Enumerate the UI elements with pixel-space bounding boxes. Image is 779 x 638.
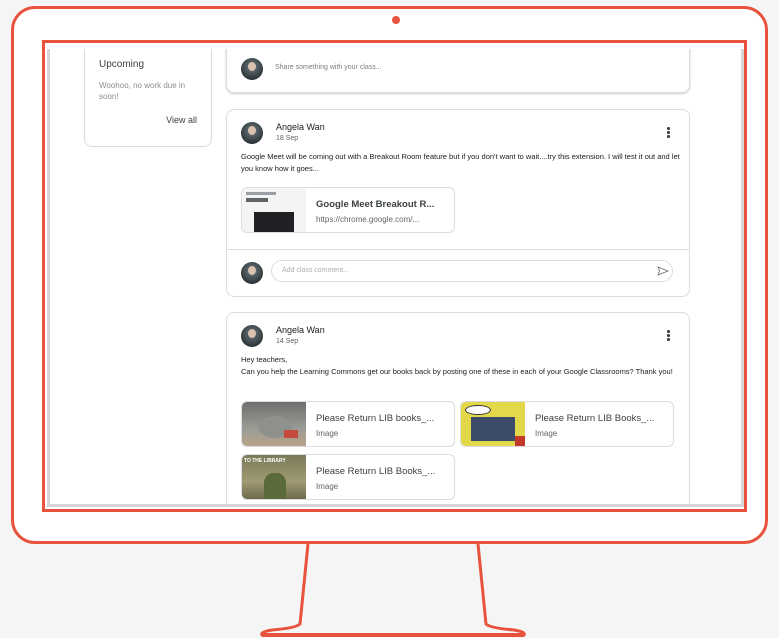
post-body-greeting: Hey teachers, bbox=[241, 355, 288, 364]
attachment-link[interactable]: Google Meet Breakout R... https://chrome… bbox=[241, 187, 455, 233]
attachment-type: Image bbox=[535, 429, 558, 438]
share-box[interactable]: Share something with your class... bbox=[226, 49, 690, 93]
attachment-thumbnail bbox=[242, 188, 306, 232]
avatar bbox=[241, 122, 263, 144]
attachment-type: Image bbox=[316, 429, 339, 438]
attachment-image[interactable]: Please Return LIB Books_... Image bbox=[460, 401, 674, 447]
post-body: Google Meet will be coming out with a Br… bbox=[241, 152, 680, 173]
attachment-title: Please Return LIB books_... bbox=[316, 413, 435, 424]
attachment-title: Please Return LIB Books_... bbox=[535, 413, 655, 424]
attachment-url: https://chrome.google.com/... bbox=[316, 215, 420, 224]
post-body: Can you help the Learning Commons get ou… bbox=[241, 367, 673, 376]
camera-dot bbox=[392, 16, 400, 24]
post-card: Angela Wan 14 Sep Hey teachers, Can you … bbox=[226, 312, 690, 504]
post-date: 18 Sep bbox=[276, 135, 299, 142]
avatar bbox=[241, 262, 263, 284]
attachment-type: Image bbox=[316, 482, 339, 491]
upcoming-card: Upcoming Woohoo, no work due in soon! Vi… bbox=[84, 49, 212, 147]
share-placeholder[interactable]: Share something with your class... bbox=[275, 64, 382, 71]
send-icon[interactable] bbox=[657, 266, 669, 276]
attachment-thumbnail: TO THE LIBRARY bbox=[242, 455, 306, 499]
attachment-image[interactable]: Please Return LIB books_... Image bbox=[241, 401, 455, 447]
attachment-thumbnail bbox=[242, 402, 306, 446]
avatar bbox=[241, 325, 263, 347]
post-card: Angela Wan 18 Sep Google Meet will be co… bbox=[226, 109, 690, 297]
attachment-title: Please Return LIB Books_... bbox=[316, 466, 436, 477]
classroom-stream: Upcoming Woohoo, no work due in soon! Vi… bbox=[47, 49, 744, 507]
comment-row: Add class comment... bbox=[227, 249, 689, 296]
thumbnail-caption: TO THE LIBRARY bbox=[244, 458, 286, 464]
upcoming-text: Woohoo, no work due in soon! bbox=[99, 81, 186, 101]
kebab-menu-icon[interactable] bbox=[667, 127, 671, 139]
avatar bbox=[241, 58, 263, 80]
view-all-link[interactable]: View all bbox=[166, 115, 197, 125]
comment-input[interactable]: Add class comment... bbox=[271, 260, 673, 282]
monitor-stand bbox=[260, 543, 526, 637]
kebab-menu-icon[interactable] bbox=[667, 330, 671, 342]
attachment-title: Google Meet Breakout R... bbox=[316, 199, 435, 210]
screen: Upcoming Woohoo, no work due in soon! Vi… bbox=[42, 40, 747, 512]
post-author: Angela Wan bbox=[276, 122, 325, 132]
post-date: 14 Sep bbox=[276, 338, 299, 345]
upcoming-title: Upcoming bbox=[99, 59, 145, 70]
post-author: Angela Wan bbox=[276, 325, 325, 335]
attachment-thumbnail bbox=[461, 402, 525, 446]
attachment-image[interactable]: TO THE LIBRARY Please Return LIB Books_.… bbox=[241, 454, 455, 500]
